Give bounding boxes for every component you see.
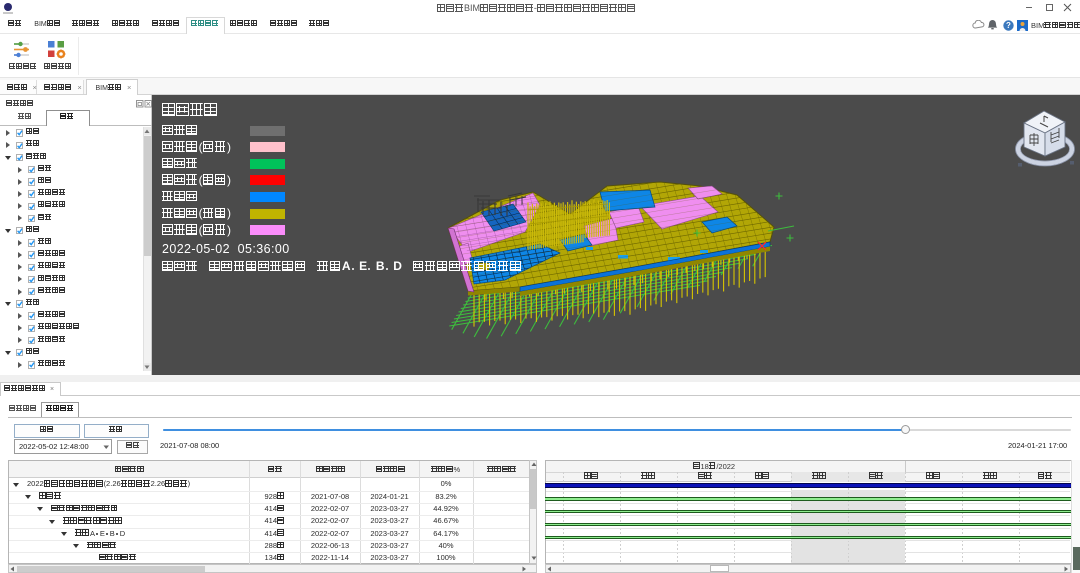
svg-text:?: ? [1006,21,1011,30]
